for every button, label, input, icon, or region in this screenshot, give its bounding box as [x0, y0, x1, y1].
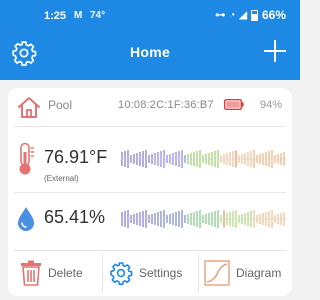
device-card[interactable]: Pool 10:08:2C:1F:36:B7 94% 76.91°F (Exte…	[8, 88, 292, 296]
temperature-source: (External)	[44, 174, 79, 183]
thermometer-icon	[19, 142, 34, 175]
divider	[198, 254, 199, 292]
settings-label: Settings	[139, 266, 183, 280]
humidity-value: 65.41%	[44, 207, 106, 227]
delete-button[interactable]: Delete	[20, 250, 108, 296]
chart-icon	[204, 260, 230, 286]
divider	[102, 254, 103, 292]
temperature-row[interactable]: 76.91°F (External)	[8, 134, 292, 192]
status-battery: 66%	[261, 8, 286, 22]
mac-address: 10:08:2C:1F:36:B7	[118, 99, 214, 111]
battery-icon	[224, 99, 244, 110]
water-drop-icon	[18, 207, 34, 231]
status-bar: 1:25 M 74° ⊶ ◔ ◢ 66%	[0, 0, 300, 32]
home-icon	[18, 97, 40, 118]
humidity-history-strip	[121, 210, 287, 228]
delete-label: Delete	[48, 266, 83, 280]
device-name: Pool	[48, 98, 73, 112]
divider	[14, 192, 286, 193]
battery-status-icon	[250, 9, 258, 21]
temperature-history-strip	[121, 150, 287, 168]
status-right: ⊶ ◔ ◢ 66%	[215, 8, 286, 22]
page-title: Home	[129, 44, 171, 60]
diagram-label: Diagram	[236, 266, 282, 280]
link-icon: ⊶	[215, 9, 226, 21]
battery-percent: 94%	[260, 99, 283, 111]
status-temperature: 74°	[90, 10, 106, 21]
device-header: Pool 10:08:2C:1F:36:B7 94%	[8, 88, 292, 126]
humidity-row[interactable]: 65.41%	[8, 194, 292, 248]
mail-icon: M	[74, 10, 83, 21]
settings-action-button[interactable]: Settings	[109, 250, 201, 296]
temperature-value: 76.91°F	[44, 147, 108, 167]
wifi-icon: ◔	[229, 9, 236, 21]
add-button[interactable]	[264, 40, 286, 62]
trash-icon	[21, 260, 41, 286]
signal-icon: ◢	[239, 9, 247, 21]
diagram-button[interactable]: Diagram	[204, 250, 292, 296]
app-bar: 1:25 M 74° ⊶ ◔ ◢ 66% Home	[0, 0, 300, 80]
action-bar: Delete Settings Diagram	[8, 250, 292, 296]
gear-icon	[110, 262, 133, 285]
status-time: 1:25	[44, 10, 67, 22]
divider	[14, 126, 286, 127]
